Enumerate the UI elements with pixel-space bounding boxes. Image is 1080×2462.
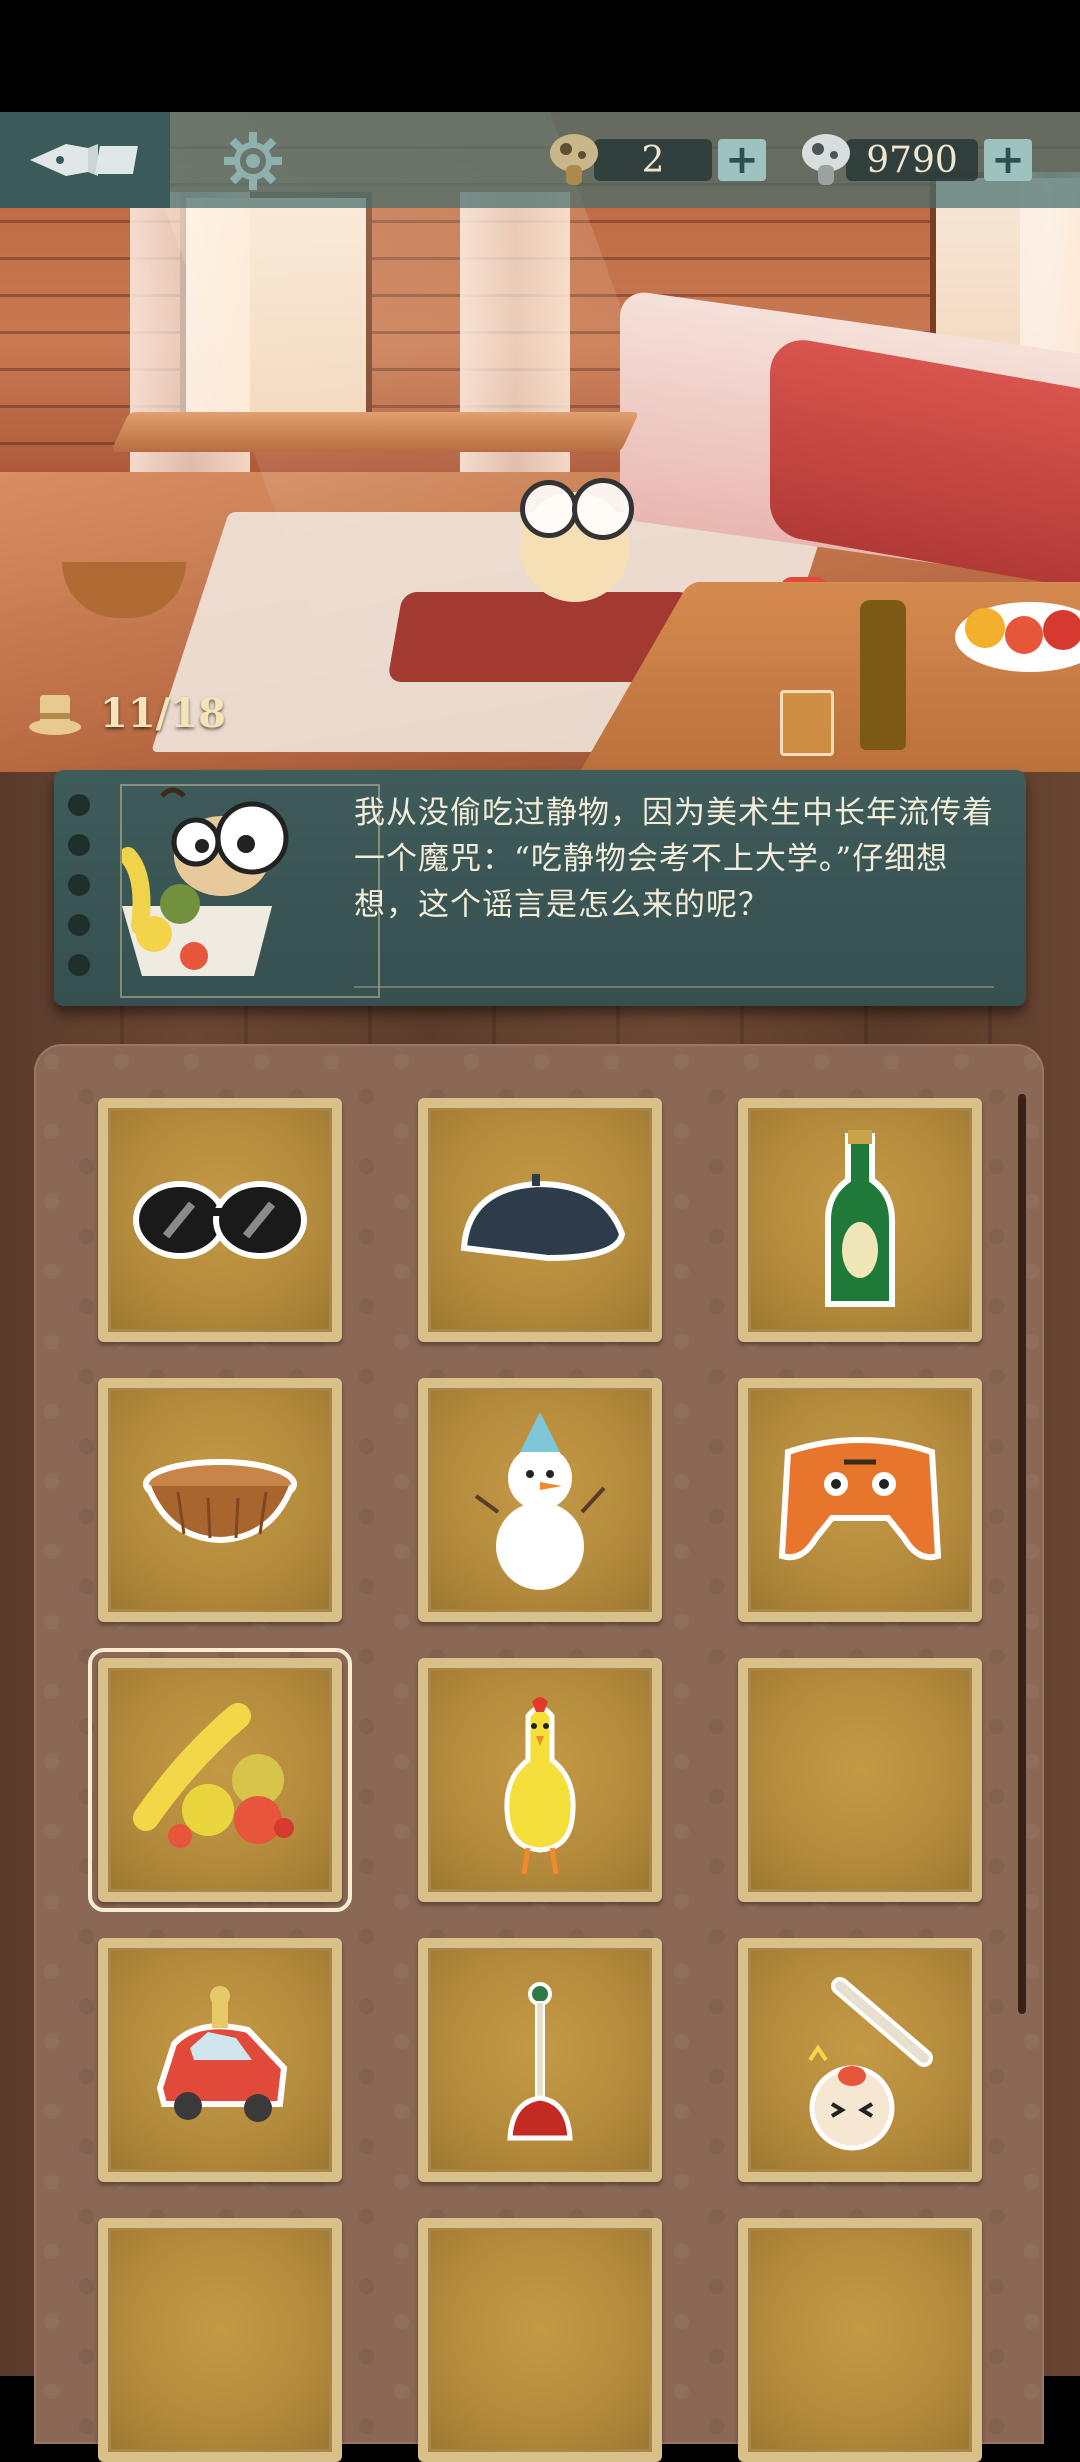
inventory-slot-rubber-chicken[interactable] [418,1658,662,1902]
progress-count: 11/18 [100,690,226,737]
inventory-slot-green-bottle[interactable] [738,1098,982,1342]
snowman-icon [474,1412,606,1590]
wicker-basket-icon [143,1459,297,1544]
gear-icon[interactable] [222,130,284,192]
add-coin-button[interactable]: + [984,137,1032,183]
inventory-slot-empty[interactable] [738,1658,982,1902]
scene-bottle[interactable] [860,600,906,750]
pen-button[interactable] [0,112,170,208]
baton-and-face-icon [808,1977,933,2151]
tiger-hat-icon [778,1437,942,1561]
inventory-slot-sunglasses[interactable] [98,1098,342,1342]
plunger-icon [507,1982,573,2141]
green-bottle-icon [825,1130,895,1307]
inventory-slot-fruit[interactable] [88,1648,352,1912]
status-bar [0,0,1080,112]
rubber-chicken-icon [504,1697,576,1875]
found-progress: 11/18 [28,690,226,737]
coin-currency: 9790 + [800,134,1032,186]
inventory-slot-basket[interactable] [98,1378,342,1622]
toy-car-icon [156,1986,288,2122]
dialog-text: 我从没偷吃过静物，因为美术生中长年流传着一个魔咒：“吃静物会考不上大学。”仔细想… [354,795,994,923]
whiskey-glass[interactable] [780,690,834,756]
top-hat-icon [28,691,82,737]
top-hud: 2 + 9790 + [0,112,1080,208]
character-with-fruit-bowl-icon [119,784,380,998]
add-hint-button[interactable]: + [718,137,766,183]
fruit-pile-icon [133,1703,294,1848]
room-scene[interactable] [0,112,1080,772]
beret-icon [460,1174,626,1262]
coin-count: 9790 [846,139,978,181]
bench[interactable] [110,412,640,452]
hint-mushroom-icon [548,131,600,189]
inventory-scrollbar[interactable] [1018,1094,1026,2014]
fountain-pen-icon[interactable] [26,134,144,186]
coin-mushroom-icon [800,131,852,189]
frog-character[interactable] [520,478,634,602]
sunglasses-icon [133,1181,307,1259]
hint-count: 2 [594,139,712,181]
inventory-slot-toy-car[interactable] [98,1938,342,2182]
inventory-slot-baton-and-face[interactable] [738,1938,982,2182]
inventory-slot-tiger-hat[interactable] [738,1378,982,1622]
inventory-slot-snowman[interactable] [418,1378,662,1622]
dialog-card: 我从没偷吃过静物，因为美术生中长年流传着一个魔咒：“吃静物会考不上大学。”仔细想… [54,770,1026,1006]
inventory-slot-beret[interactable] [418,1098,662,1342]
inventory-slot-empty[interactable] [418,2218,662,2462]
inventory-slot-plunger[interactable] [418,1938,662,2182]
inventory-slot-empty[interactable] [738,2218,982,2462]
inventory-slot-empty[interactable] [98,2218,342,2462]
hint-currency: 2 + [548,134,766,186]
